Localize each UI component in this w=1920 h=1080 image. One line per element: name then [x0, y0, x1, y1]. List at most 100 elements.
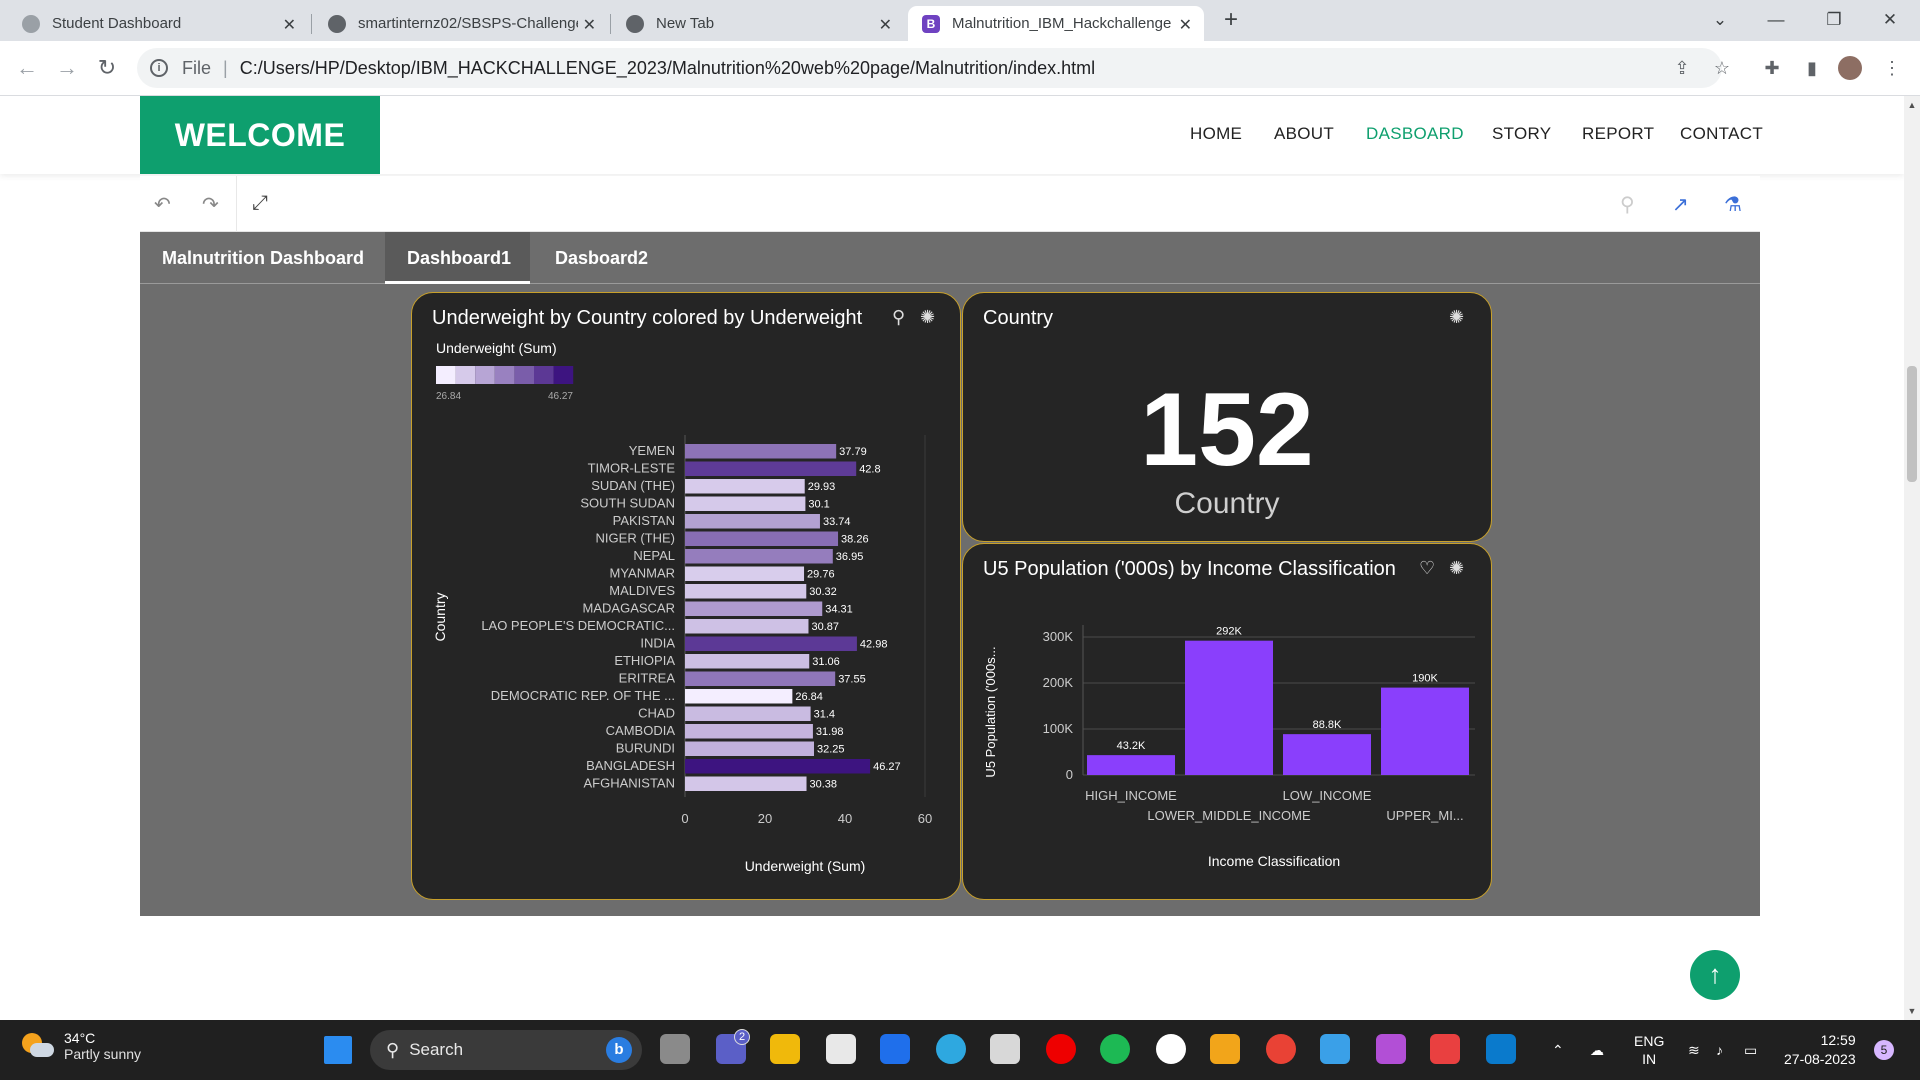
medal-icon[interactable] — [1210, 1034, 1240, 1064]
tab-title: Student Dashboard — [52, 15, 182, 32]
filter-icon[interactable]: ⚗ — [1724, 192, 1742, 217]
weather-desc: Partly sunny — [64, 1046, 142, 1062]
page-scrollbar[interactable]: ▲ ▼ — [1904, 96, 1920, 1020]
x-tick-label: HIGH_INCOME — [1085, 788, 1177, 803]
forward-icon[interactable]: → — [53, 54, 81, 82]
underweight-bar-chart: Underweight (Sum) 26.84 46.27 YEMEN 37.79 TIM… — [432, 340, 932, 874]
data-label: 38.26 — [841, 534, 869, 546]
weather-widget[interactable]: 34°C Partly sunny — [20, 1030, 141, 1062]
close-icon[interactable]: ✕ — [583, 15, 596, 35]
nav-report[interactable]: REPORT — [1582, 124, 1654, 144]
profile-avatar[interactable] — [1838, 56, 1862, 80]
tab-title: Malnutrition_IBM_Hackchallenge — [952, 15, 1172, 32]
legend-swatch — [475, 366, 495, 384]
nav-story[interactable]: STORY — [1492, 124, 1551, 144]
data-label: 88.8K — [1313, 719, 1342, 731]
scrollbar-thumb[interactable] — [1907, 366, 1917, 482]
volume-icon[interactable]: ♪ — [1716, 1020, 1723, 1080]
reload-icon[interactable]: ↻ — [93, 54, 121, 82]
file-explorer-icon[interactable] — [770, 1034, 800, 1064]
data-label: 34.31 — [825, 604, 853, 616]
microsoft-store-icon[interactable] — [826, 1034, 856, 1064]
task-view-icon[interactable] — [660, 1034, 690, 1064]
undo-icon[interactable]: ↶ — [154, 192, 171, 217]
x-tick-label: 40 — [838, 811, 852, 826]
close-icon[interactable]: ✕ — [283, 15, 296, 35]
onedrive-icon[interactable]: ☁ — [1590, 1020, 1604, 1080]
wifi-icon[interactable]: ≋ — [1688, 1020, 1700, 1080]
address-bar[interactable]: i File | C:/Users/HP/Desktop/IBM_HACKCHA… — [137, 48, 1722, 88]
browser-tab[interactable]: smartinternz02/SBSPS-Challenge ✕ — [314, 6, 608, 41]
browser-tab[interactable]: Student Dashboard ✕ — [8, 6, 308, 41]
extensions-icon[interactable]: ✚ — [1758, 54, 1786, 82]
vscode-icon[interactable] — [1486, 1034, 1516, 1064]
share-icon[interactable]: ⇪ — [1668, 54, 1696, 82]
legend-swatch — [494, 366, 515, 384]
camera-icon[interactable] — [1430, 1034, 1460, 1064]
nav-home[interactable]: HOME — [1190, 124, 1242, 144]
windows-start-icon[interactable] — [324, 1036, 352, 1064]
tab-search-icon[interactable]: ⌄ — [1692, 0, 1748, 41]
info-icon[interactable]: i — [150, 59, 168, 77]
population-bar-chart: 0 100K 200K 300K 43.2K HIGH_INCOME 292K LOWER_M… — [983, 625, 1475, 869]
fullscreen-icon[interactable]: ⤢ — [252, 192, 268, 215]
close-window-button[interactable]: ✕ — [1862, 0, 1918, 41]
back-icon[interactable]: ← — [13, 54, 41, 82]
bar — [685, 741, 814, 756]
notification-badge[interactable]: 5 — [1874, 1040, 1894, 1060]
scroll-to-top-button[interactable]: ↑ — [1690, 950, 1740, 1000]
bar — [685, 671, 836, 686]
app-icon[interactable] — [1156, 1034, 1186, 1064]
minimize-button[interactable]: — — [1748, 0, 1804, 41]
language-indicator[interactable]: ENG IN — [1634, 1020, 1664, 1080]
globe-icon — [22, 14, 40, 33]
battery-icon[interactable]: ▭ — [1744, 1020, 1757, 1080]
dashboard-tabs: Malnutrition Dashboard Dashboard1 Dasboa… — [140, 232, 1760, 284]
x-tick-label: 20 — [758, 811, 772, 826]
media-player-icon[interactable] — [880, 1034, 910, 1064]
close-icon[interactable]: ✕ — [879, 15, 892, 35]
clock[interactable]: 12:59 27-08-2023 — [1784, 1020, 1856, 1080]
bar — [685, 759, 871, 774]
kpi-value: 152 — [1140, 372, 1314, 488]
side-panel-icon[interactable]: ▮ — [1798, 54, 1826, 82]
clipchamp-icon[interactable] — [1376, 1034, 1406, 1064]
chrome-icon[interactable] — [1266, 1034, 1296, 1064]
settings-icon[interactable]: ✺ — [1449, 307, 1464, 328]
menu-icon[interactable]: ⋮ — [1878, 54, 1906, 82]
data-label: 30.38 — [810, 779, 838, 791]
dashboard-toolbar: ↶ ↷ ⤢ ⚲ ↗ ⚗ — [140, 176, 1760, 232]
bing-icon[interactable]: b — [606, 1037, 632, 1063]
photos-icon[interactable] — [1320, 1034, 1350, 1064]
zoom-icon[interactable]: ⚲ — [1620, 192, 1635, 217]
redo-icon[interactable]: ↷ — [202, 192, 219, 217]
spotify-icon[interactable] — [1100, 1034, 1130, 1064]
y-tick-label: MADAGASCAR — [583, 601, 675, 616]
nav-contact[interactable]: CONTACT — [1680, 124, 1763, 144]
embedded-dashboard: ↶ ↷ ⤢ ⚲ ↗ ⚗ Malnutrition Dashboard Dashb… — [140, 176, 1760, 916]
tray-overflow-icon[interactable]: ⌃ — [1552, 1020, 1564, 1080]
browser-tab-active[interactable]: B Malnutrition_IBM_Hackchallenge ✕ — [908, 6, 1204, 41]
nav-dashboard[interactable]: DASBOARD — [1366, 124, 1464, 144]
bar — [1185, 640, 1273, 775]
trend-chart-icon[interactable]: ↗ — [1672, 192, 1689, 217]
opera-icon[interactable] — [1046, 1034, 1076, 1064]
y-tick-label: NIGER (THE) — [596, 531, 675, 546]
population-card: U5 Population ('000s) by Income Classifi… — [962, 543, 1492, 900]
tab-malnutrition-dashboard[interactable]: Malnutrition Dashboard — [140, 232, 386, 284]
help-icon[interactable] — [936, 1034, 966, 1064]
tab-dasboard2[interactable]: Dasboard2 — [533, 232, 670, 284]
browser-tab[interactable]: New Tab ✕ — [612, 6, 904, 41]
nav-about[interactable]: ABOUT — [1274, 124, 1334, 144]
bookmark-star-icon[interactable]: ☆ — [1708, 54, 1736, 82]
new-tab-button[interactable]: + — [1216, 6, 1246, 36]
data-label: 30.1 — [808, 499, 829, 511]
data-label: 29.93 — [808, 481, 836, 493]
data-label: 190K — [1412, 673, 1438, 685]
tab-dashboard1[interactable]: Dashboard1 — [385, 232, 530, 284]
app-icon[interactable] — [990, 1034, 1020, 1064]
close-icon[interactable]: ✕ — [1179, 15, 1192, 35]
restore-button[interactable]: ❐ — [1806, 0, 1862, 41]
brand-logo[interactable]: WELCOME — [140, 96, 380, 174]
taskbar-search[interactable]: ⚲ Search b — [370, 1030, 642, 1070]
